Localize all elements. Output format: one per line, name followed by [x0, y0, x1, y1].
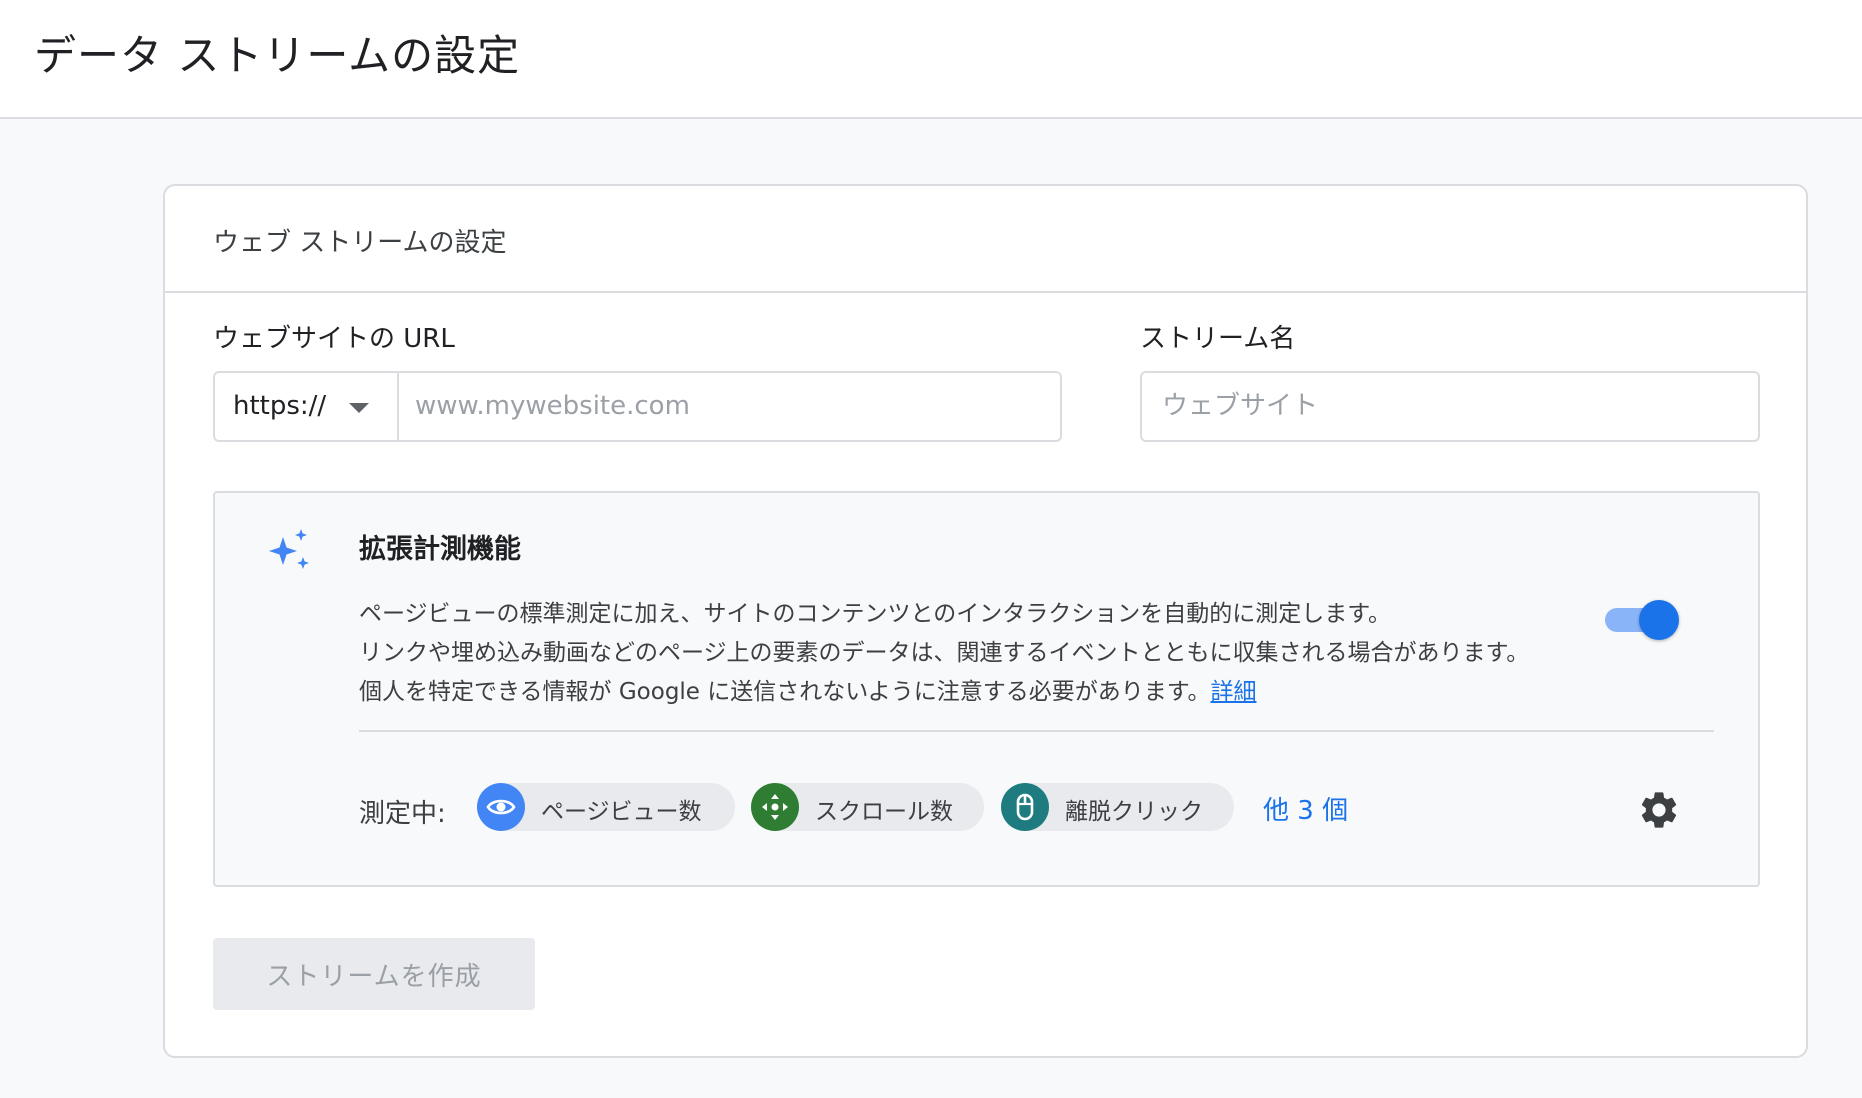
chevron-down-icon [349, 403, 369, 413]
card-header: ウェブ ストリームの設定 [165, 186, 1806, 293]
measuring-label: 測定中: [359, 799, 446, 829]
mouse-icon [1001, 783, 1049, 831]
description-line-3-text: 個人を特定できる情報が Google に送信されないように注意する必要があります… [359, 679, 1211, 705]
toggle-thumb [1639, 600, 1679, 640]
stream-name-field [1140, 371, 1760, 442]
more-events-link[interactable]: 他 3 個 [1263, 790, 1348, 827]
create-stream-button[interactable]: ストリームを作成 [213, 938, 535, 1010]
learn-more-link[interactable]: 詳細 [1211, 679, 1257, 705]
protocol-value: https:// [233, 391, 327, 421]
stream-name-input[interactable] [1162, 385, 1742, 427]
sparkle-icon [269, 529, 309, 569]
top-bar: データ ストリームの設定 [0, 0, 1862, 119]
gear-icon[interactable] [1637, 788, 1681, 832]
website-url-label: ウェブサイトの URL [213, 324, 455, 354]
protocol-select[interactable]: https:// [215, 373, 399, 440]
chip-outbound-clicks[interactable]: 離脱クリック [1001, 783, 1234, 831]
move-icon [751, 783, 799, 831]
eye-icon [477, 783, 525, 831]
stream-name-label: ストリーム名 [1140, 324, 1296, 354]
website-url-input[interactable] [415, 385, 1045, 427]
chip-page-views[interactable]: ページビュー数 [477, 783, 735, 831]
page-title: データ ストリームの設定 [34, 31, 521, 80]
chip-label: 離脱クリック [1065, 799, 1203, 825]
description-line-3: 個人を特定できる情報が Google に送信されないように注意する必要があります… [359, 673, 1599, 712]
chip-scrolls[interactable]: スクロール数 [751, 783, 984, 831]
website-url-field-group: https:// [213, 371, 1062, 442]
card-title: ウェブ ストリームの設定 [213, 228, 507, 258]
divider [359, 730, 1714, 732]
description-line-1: ページビューの標準測定に加え、サイトのコンテンツとのインタラクションを自動的に測… [359, 601, 1392, 627]
enhanced-measurement-title: 拡張計測機能 [359, 534, 521, 565]
web-stream-settings-card: ウェブ ストリームの設定 ウェブサイトの URL https:// ストリーム名… [163, 184, 1808, 1058]
enhanced-measurement-panel: 拡張計測機能 ページビューの標準測定に加え、サイトのコンテンツとのインタラクショ… [213, 491, 1760, 887]
enhanced-measurement-toggle[interactable] [1605, 598, 1679, 642]
chip-label: ページビュー数 [541, 799, 702, 825]
description-line-2: リンクや埋め込み動画などのページ上の要素のデータは、関連するイベントとともに収集… [359, 640, 1530, 666]
chip-label: スクロール数 [815, 799, 953, 825]
enhanced-measurement-description: ページビューの標準測定に加え、サイトのコンテンツとのインタラクションを自動的に測… [359, 595, 1599, 712]
